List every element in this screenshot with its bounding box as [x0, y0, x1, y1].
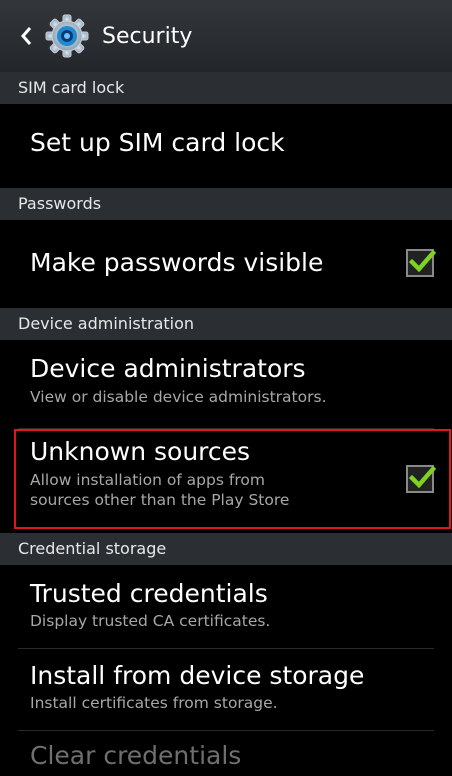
setting-title: Unknown sources — [30, 437, 251, 466]
section-header-device-admin: Device administration — [0, 308, 452, 340]
setting-title: Trusted credentials — [30, 579, 268, 608]
passwords-visible-checkbox[interactable] — [406, 249, 437, 277]
checkmark-icon — [408, 465, 437, 489]
setting-sim-lock[interactable]: Set up SIM card lock — [0, 104, 452, 188]
setting-device-administrators[interactable]: Device administrators View or disable de… — [0, 340, 452, 428]
setting-title: Make passwords visible — [30, 248, 324, 277]
setting-clear-credentials[interactable]: Clear credentials — [0, 731, 452, 776]
setting-subtitle: View or disable device administrators. — [30, 388, 327, 406]
unknown-sources-checkbox[interactable] — [406, 465, 437, 493]
action-bar: Security — [0, 0, 452, 72]
section-header-passwords: Passwords — [0, 188, 452, 220]
setting-passwords-visible[interactable]: Make passwords visible — [0, 220, 452, 308]
gear-icon — [44, 13, 90, 59]
setting-title: Device administrators — [30, 354, 306, 383]
chevron-left-icon[interactable] — [14, 16, 38, 56]
setting-subtitle: Display trusted CA certificates. — [30, 612, 271, 630]
setting-title-disabled: Clear credentials — [30, 741, 242, 770]
checkmark-icon — [408, 249, 437, 273]
setting-subtitle-line1: Allow installation of apps from — [30, 471, 265, 489]
setting-unknown-sources[interactable]: Unknown sources Allow installation of ap… — [0, 429, 452, 529]
setting-subtitle: Install certificates from storage. — [30, 694, 278, 712]
section-header-sim: SIM card lock — [0, 72, 452, 104]
section-header-credentials: Credential storage — [0, 533, 452, 565]
setting-title: Set up SIM card lock — [30, 128, 285, 157]
page-title: Security — [102, 23, 193, 49]
setting-install-from-storage[interactable]: Install from device storage Install cert… — [0, 649, 452, 729]
setting-subtitle-line2: sources other than the Play Store — [30, 491, 290, 509]
setting-trusted-credentials[interactable]: Trusted credentials Display trusted CA c… — [0, 565, 452, 645]
setting-title: Install from device storage — [30, 661, 365, 690]
